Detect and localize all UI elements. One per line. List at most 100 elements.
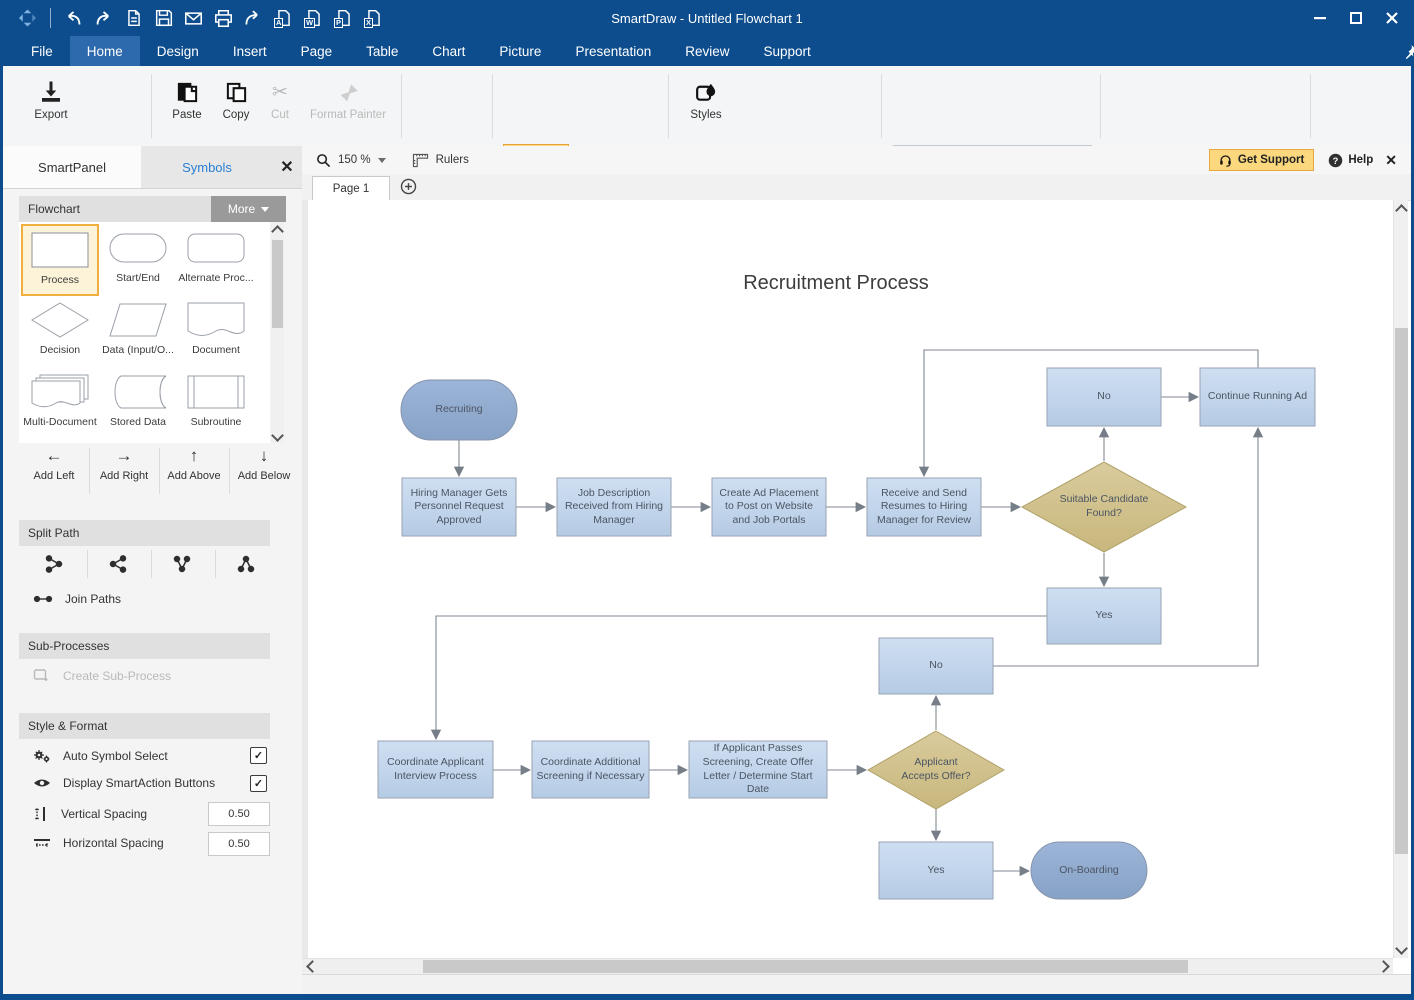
new-document-icon[interactable] [124, 9, 143, 28]
horizontal-scroll-thumb[interactable] [423, 960, 1188, 973]
auto-symbol-select-checkbox[interactable]: ✓ [250, 747, 267, 764]
split-path-left-button[interactable] [23, 548, 85, 580]
flowchart-node-d2[interactable] [868, 731, 1004, 809]
zoom-dropdown-caret[interactable] [378, 158, 386, 163]
symbol-process[interactable]: Process [21, 224, 99, 296]
symbol-stored-data[interactable]: Stored Data [99, 368, 177, 440]
add-below-icon: ↓ [229, 446, 299, 466]
flowchart-node-d1[interactable] [1022, 462, 1186, 552]
join-paths-button[interactable]: Join Paths [33, 592, 121, 606]
display-smartaction-checkbox[interactable]: ✓ [250, 775, 267, 792]
export-powerpoint-icon[interactable]: P [334, 9, 353, 28]
flowchart-node-p2[interactable] [557, 478, 671, 536]
scroll-down-icon[interactable] [271, 428, 284, 443]
flowchart-node-recruiting[interactable] [401, 380, 517, 440]
paste-icon [161, 76, 213, 104]
symbol-multi-document[interactable]: Multi-Document [21, 368, 99, 440]
symbol-subroutine[interactable]: Subroutine [177, 368, 255, 440]
flowchart-node-no2[interactable] [879, 638, 993, 694]
symbol-data[interactable]: Data (Input/O... [99, 296, 177, 368]
menu-picture[interactable]: Picture [482, 36, 558, 66]
menu-home[interactable]: Home [70, 36, 140, 66]
close-button[interactable] [1384, 10, 1400, 26]
flowchart-node-p1[interactable] [402, 478, 516, 536]
print-icon[interactable] [214, 9, 233, 28]
add-left-button[interactable]: ← Add Left [19, 446, 89, 482]
split-path-right-button[interactable] [87, 548, 149, 580]
help-button[interactable]: ? Help [1328, 153, 1373, 168]
symbol-decision[interactable]: Decision [21, 296, 99, 368]
split-path-y-up-button[interactable] [215, 548, 277, 580]
add-right-button[interactable]: → Add Right [89, 446, 159, 482]
pin-icon[interactable] [1403, 36, 1414, 66]
flowchart-node-no1[interactable] [1047, 368, 1161, 426]
flowchart-node-p7[interactable] [689, 741, 827, 798]
scroll-right-icon[interactable] [1377, 959, 1393, 974]
copy-button[interactable]: Copy [213, 76, 259, 121]
scroll-up-icon[interactable] [271, 222, 284, 237]
menu-insert[interactable]: Insert [216, 36, 284, 66]
paste-button[interactable]: Paste [161, 76, 213, 121]
symbol-grid-scrollbar[interactable] [271, 222, 284, 443]
menu-review[interactable]: Review [668, 36, 746, 66]
menu-page[interactable]: Page [284, 36, 350, 66]
split-path-y-down-button[interactable] [151, 548, 213, 580]
page-tab-1[interactable]: Page 1 [312, 176, 390, 201]
cut-button: ✂ Cut [261, 76, 299, 121]
symbol-document[interactable]: Document [177, 296, 255, 368]
maximize-button[interactable] [1348, 10, 1364, 26]
symbol-alternate-process[interactable]: Alternate Proc... [177, 224, 255, 296]
flowchart-node-yes1[interactable] [1047, 588, 1161, 644]
flowchart-node-yes2[interactable] [879, 842, 993, 899]
tab-smartpanel[interactable]: SmartPanel [3, 146, 141, 188]
add-page-button[interactable] [400, 178, 417, 195]
smartdraw-logo-icon [18, 9, 37, 28]
scroll-down-icon[interactable] [1394, 942, 1408, 958]
horizontal-scrollbar[interactable] [302, 958, 1393, 974]
menu-chart[interactable]: Chart [415, 36, 482, 66]
flowchart-node-onb[interactable] [1031, 842, 1147, 899]
add-above-button[interactable]: ↑ Add Above [159, 446, 229, 482]
vertical-scroll-thumb[interactable] [1395, 328, 1408, 854]
canvas-close-icon[interactable]: ✕ [1385, 152, 1397, 169]
drawing-page[interactable]: Recruitment Process RecruitingHiring Man… [302, 200, 1393, 958]
vertical-spacing-input[interactable]: 0.50 [208, 802, 270, 826]
menu-table[interactable]: Table [349, 36, 415, 66]
menu-presentation[interactable]: Presentation [558, 36, 668, 66]
horizontal-spacing-input[interactable]: 0.50 [208, 832, 270, 856]
menu-support[interactable]: Support [747, 36, 828, 66]
minimize-button[interactable] [1312, 10, 1328, 26]
ribbon-divider [668, 74, 669, 138]
horizontal-spacing-row: Horizontal Spacing [33, 836, 164, 850]
scroll-up-icon[interactable] [1394, 200, 1408, 216]
export-word-icon[interactable]: W [304, 9, 323, 28]
symbol-start-end[interactable]: Start/End [99, 224, 177, 296]
styles-button[interactable]: Styles [683, 76, 729, 121]
redo-icon[interactable] [94, 9, 113, 28]
panel-close-icon[interactable]: ✕ [273, 146, 301, 188]
save-icon[interactable] [154, 9, 173, 28]
zoom-control[interactable]: 150 % [316, 153, 386, 168]
flowchart-node-p6[interactable] [532, 741, 649, 798]
tab-symbols[interactable]: Symbols [141, 146, 273, 188]
flowchart-node-p3[interactable] [712, 478, 826, 536]
menu-design[interactable]: Design [140, 36, 216, 66]
share-export-icon[interactable] [244, 9, 263, 28]
horizontal-spacing-icon [33, 836, 51, 850]
vertical-scrollbar[interactable] [1393, 200, 1408, 958]
flowchart-node-p4[interactable] [867, 478, 981, 536]
add-below-button[interactable]: ↓ Add Below [229, 446, 299, 482]
menu-file[interactable]: File [14, 36, 70, 66]
symbol-grid-scroll-thumb[interactable] [272, 240, 283, 328]
flowchart-node-p5[interactable] [378, 741, 493, 798]
email-icon[interactable] [184, 9, 203, 28]
get-support-button[interactable]: Get Support [1209, 149, 1314, 171]
export-pdf-icon[interactable]: A [274, 9, 293, 28]
export-excel-icon[interactable]: X [364, 9, 383, 28]
rulers-toggle[interactable]: Rulers [412, 153, 469, 168]
export-button[interactable]: Export [23, 76, 79, 121]
scroll-left-icon[interactable] [302, 959, 318, 974]
flowchart-node-cra[interactable] [1200, 368, 1315, 426]
more-button[interactable]: More [211, 196, 286, 222]
undo-icon[interactable] [64, 9, 83, 28]
